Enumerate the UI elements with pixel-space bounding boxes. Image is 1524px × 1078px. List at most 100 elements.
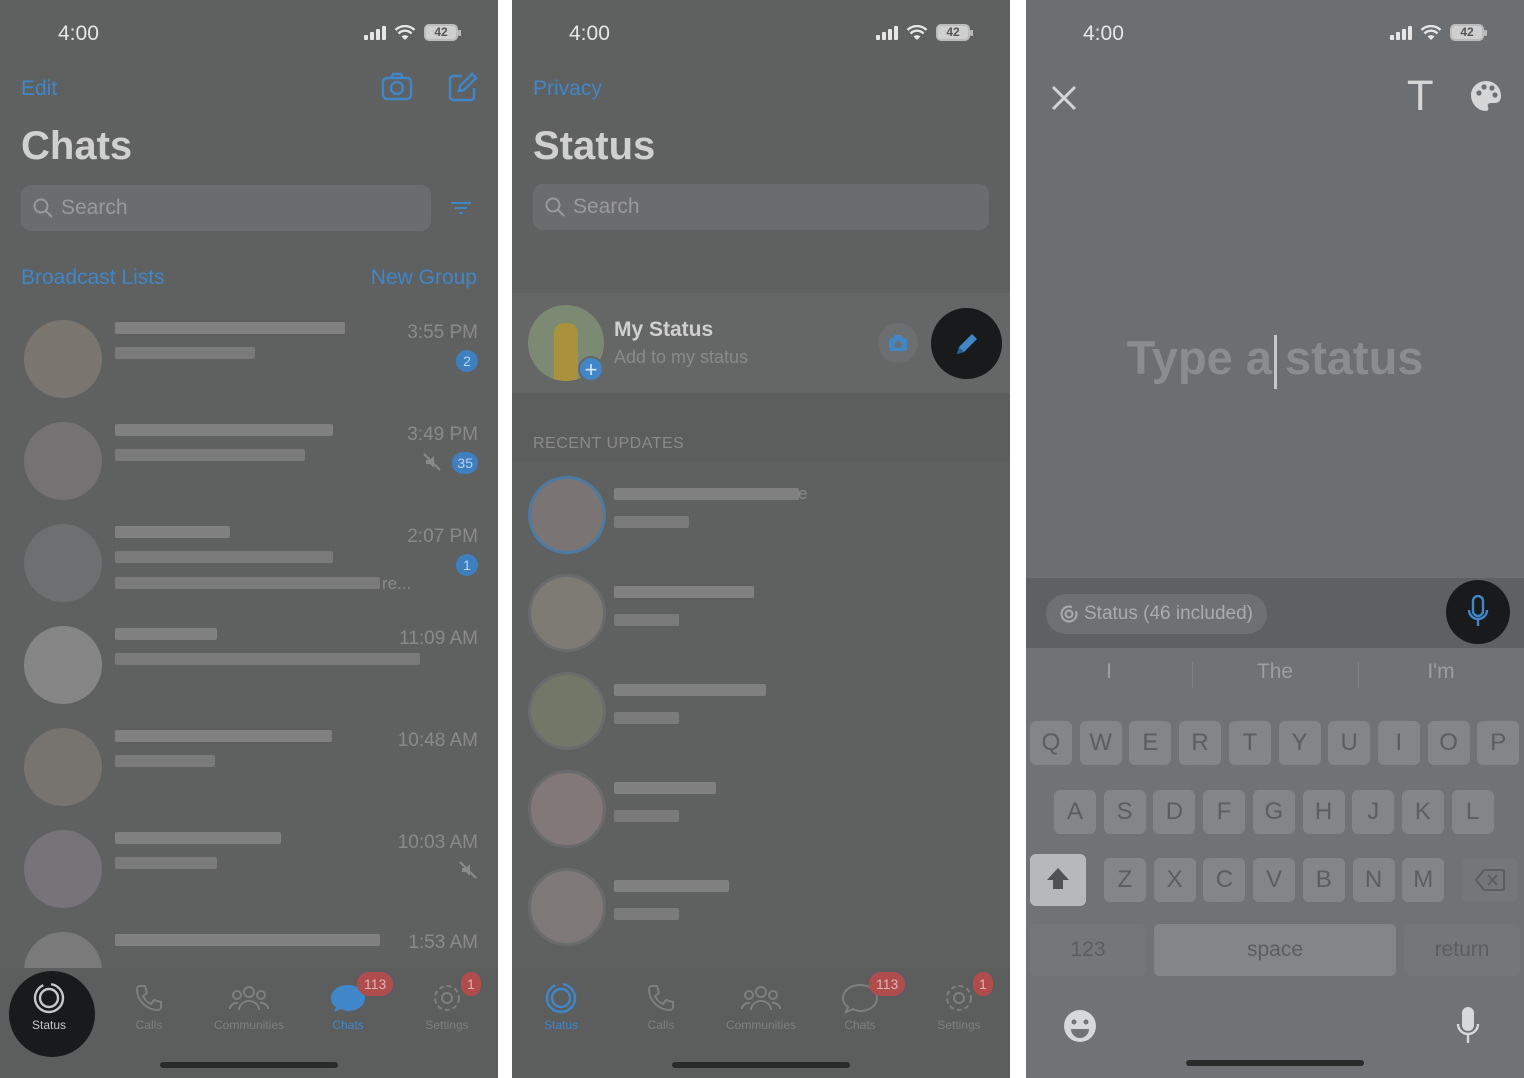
key-d[interactable]: D (1153, 790, 1196, 834)
key-c[interactable]: C (1203, 858, 1246, 902)
key-t[interactable]: T (1228, 721, 1271, 765)
key-e[interactable]: E (1129, 721, 1172, 765)
search-icon (33, 198, 53, 218)
dictation-icon[interactable] (1456, 1006, 1480, 1046)
chat-snippet: re... (382, 574, 412, 593)
tab-calls[interactable]: Calls (616, 978, 706, 1032)
key-p[interactable]: P (1477, 721, 1520, 765)
tab-status[interactable]: Status (516, 978, 606, 1032)
placeholder-end: status (1284, 331, 1424, 384)
pencil-button[interactable] (931, 308, 1002, 379)
list-item[interactable] (512, 760, 1010, 856)
communities-icon (741, 986, 781, 1011)
space-key[interactable]: space (1154, 924, 1396, 976)
battery-icon: 42 (424, 24, 461, 41)
tab-calls[interactable]: Calls (104, 978, 194, 1032)
key-g[interactable]: G (1252, 790, 1295, 834)
camera-icon[interactable] (381, 72, 413, 102)
suggestion-1[interactable]: I (1026, 660, 1192, 684)
compose-icon[interactable] (448, 72, 478, 102)
add-icon[interactable]: + (578, 356, 604, 382)
key-q[interactable]: Q (1030, 721, 1072, 765)
phone-icon (135, 985, 162, 1012)
status-time: 4:00 (569, 22, 610, 45)
table-row[interactable]: 3:49 PM 35 (0, 412, 498, 512)
voice-status-button[interactable] (1446, 580, 1510, 644)
table-row[interactable]: 10:48 AM (0, 718, 498, 818)
key-r[interactable]: R (1179, 721, 1222, 765)
backspace-key[interactable] (1462, 858, 1518, 902)
edit-button[interactable]: Edit (21, 77, 57, 101)
tab-communities[interactable]: Communities (716, 978, 806, 1032)
status-icons: 42 (364, 24, 461, 41)
key-x[interactable]: X (1153, 858, 1196, 902)
table-row[interactable]: 11:09 AM (0, 616, 498, 716)
key-y[interactable]: Y (1278, 721, 1321, 765)
tab-communities-label: Communities (725, 1018, 797, 1032)
tab-chats-label: Chats (332, 1018, 364, 1032)
return-key[interactable]: return (1404, 924, 1520, 976)
palette-icon[interactable] (1469, 79, 1503, 113)
tab-status[interactable]: Status (4, 978, 94, 1032)
row-time: 3:55 PM (407, 322, 478, 343)
key-m[interactable]: M (1402, 858, 1445, 902)
audience-button[interactable]: Status (46 included) (1046, 594, 1267, 634)
avatar (24, 728, 102, 806)
key-f[interactable]: F (1203, 790, 1246, 834)
chats-badge: 113 (869, 972, 906, 996)
key-z[interactable]: Z (1104, 858, 1146, 902)
key-a[interactable]: A (1054, 790, 1096, 834)
table-row[interactable]: 10:03 AM (0, 820, 498, 920)
key-u[interactable]: U (1328, 721, 1371, 765)
key-n[interactable]: N (1352, 858, 1395, 902)
status-time: 4:00 (1083, 22, 1124, 45)
list-item[interactable] (512, 858, 1010, 954)
muted-icon (423, 453, 441, 471)
chats-screen: 4:00 42 Edit Chats Search Broadcast List… (0, 0, 498, 1078)
list-item[interactable]: e (512, 466, 1010, 562)
privacy-button[interactable]: Privacy (533, 77, 602, 101)
key-j[interactable]: J (1352, 790, 1395, 834)
numbers-key[interactable]: 123 (1030, 924, 1146, 976)
shift-key[interactable] (1030, 854, 1086, 906)
suggestion-3[interactable]: I'm (1358, 660, 1524, 684)
key-l[interactable]: L (1451, 790, 1494, 834)
text-style-icon[interactable]: T (1408, 74, 1432, 120)
placeholder-start: Type a (1126, 331, 1272, 384)
close-icon[interactable] (1050, 84, 1078, 112)
compose-status-screen: 4:00 42 T Type a status Status (46 includ… (1026, 0, 1524, 1078)
filter-icon[interactable] (450, 200, 472, 216)
tab-communities[interactable]: Communities (204, 978, 294, 1032)
emoji-icon[interactable] (1062, 1008, 1098, 1044)
broadcast-lists-link[interactable]: Broadcast Lists (21, 266, 165, 290)
avatar (528, 868, 606, 946)
key-o[interactable]: O (1427, 721, 1470, 765)
status-time: 4:00 (58, 22, 99, 45)
key-v[interactable]: V (1253, 858, 1296, 902)
search-input[interactable]: Search (533, 184, 989, 230)
key-s[interactable]: S (1103, 790, 1146, 834)
status-text-input[interactable]: Type a status (1026, 330, 1524, 389)
tab-settings-label: Settings (425, 1018, 469, 1032)
key-k[interactable]: K (1401, 790, 1444, 834)
home-indicator (672, 1062, 850, 1068)
table-row[interactable]: 3:55 PM 2 (0, 310, 498, 410)
search-input[interactable]: Search (21, 185, 431, 231)
my-status-row[interactable]: + My Status Add to my status (512, 293, 1010, 393)
camera-icon (889, 335, 907, 351)
suggestion-2[interactable]: The (1192, 660, 1358, 684)
key-b[interactable]: B (1302, 858, 1345, 902)
status-icons: 42 (876, 24, 973, 41)
list-item[interactable] (512, 662, 1010, 758)
key-h[interactable]: H (1302, 790, 1345, 834)
tab-settings-label: Settings (937, 1018, 981, 1032)
signal-icon (364, 25, 386, 40)
camera-button[interactable] (878, 323, 918, 363)
key-i[interactable]: I (1377, 721, 1420, 765)
search-placeholder: Search (573, 195, 640, 218)
key-w[interactable]: W (1079, 721, 1122, 765)
table-row[interactable]: re... 2:07 PM 1 (0, 514, 498, 614)
new-group-link[interactable]: New Group (371, 266, 477, 290)
home-indicator (1186, 1060, 1364, 1066)
list-item[interactable] (512, 564, 1010, 660)
